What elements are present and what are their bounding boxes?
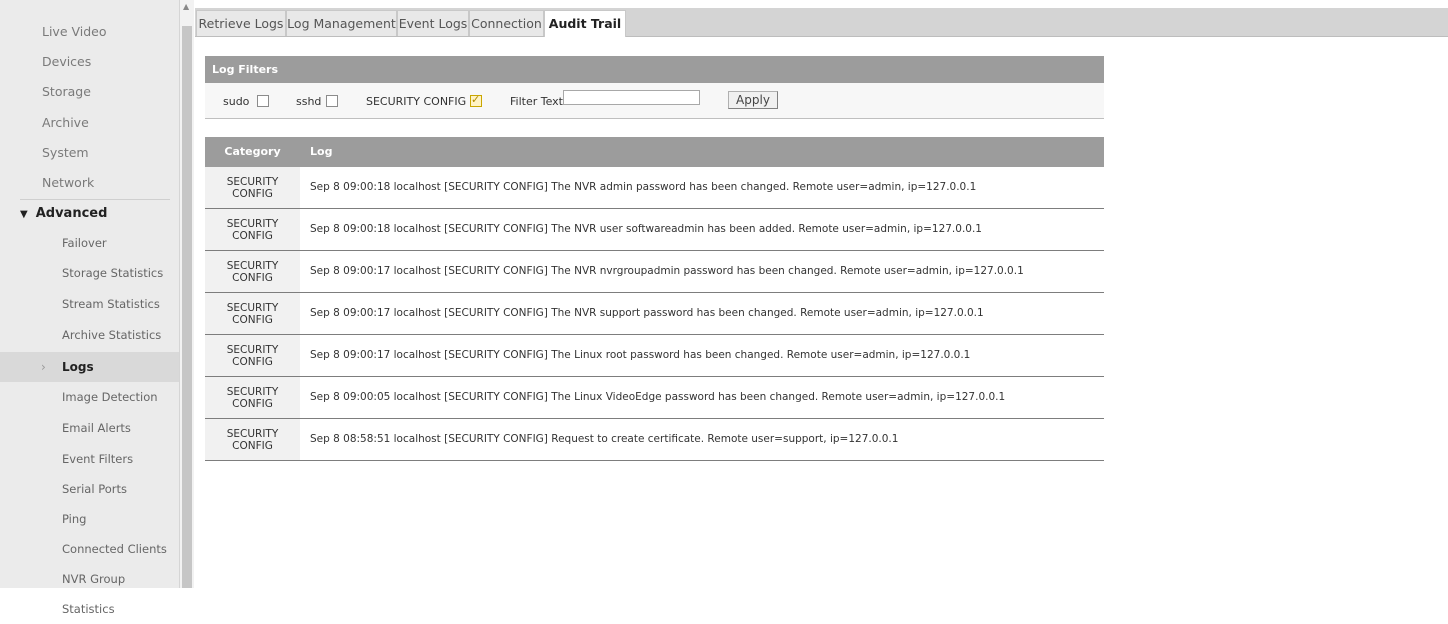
tab-audit-trail[interactable]: Audit Trail	[544, 10, 626, 37]
nav-section-advanced[interactable]: ▼ Advanced	[0, 201, 179, 227]
row-category: SECURITY CONFIG	[205, 209, 300, 250]
tab-bar: Retrieve Logs Log Management Event Logs …	[195, 8, 1448, 37]
chevron-right-icon: ›	[41, 360, 46, 374]
tab-retrieve-logs[interactable]: Retrieve Logs	[196, 10, 286, 36]
sidebar-item-failover[interactable]: Failover	[0, 228, 179, 258]
table-row: SECURITY CONFIG Sep 8 09:00:17 localhost…	[205, 335, 1104, 377]
row-log-message: Sep 8 09:00:17 localhost [SECURITY CONFI…	[310, 265, 1024, 277]
nav-item-archive[interactable]: Archive	[0, 108, 179, 138]
nav-divider	[20, 199, 170, 200]
sidebar-item-nvr-group-statistics[interactable]: NVR Group Statistics	[0, 564, 179, 616]
row-log-message: Sep 8 09:00:17 localhost [SECURITY CONFI…	[310, 349, 971, 361]
sidebar-item-label: Logs	[62, 360, 94, 374]
sidebar-item-email-alerts[interactable]: Email Alerts	[0, 413, 179, 443]
row-category: SECURITY CONFIG	[205, 335, 300, 376]
sidebar-item-event-filters[interactable]: Event Filters	[0, 444, 179, 474]
tab-event-logs[interactable]: Event Logs	[397, 10, 469, 36]
sidebar-scrollbar[interactable]: ▲	[180, 0, 194, 588]
row-log-message: Sep 8 09:00:17 localhost [SECURITY CONFI…	[310, 307, 984, 319]
sidebar-item-connected-clients[interactable]: Connected Clients	[0, 534, 179, 564]
row-log-message: Sep 8 09:00:05 localhost [SECURITY CONFI…	[310, 391, 1006, 403]
table-row: SECURITY CONFIG Sep 8 09:00:05 localhost…	[205, 377, 1104, 419]
security-config-label: SECURITY CONFIG	[366, 95, 467, 108]
log-filters-header: Log Filters	[205, 56, 1104, 83]
row-log-message: Sep 8 09:00:18 localhost [SECURITY CONFI…	[310, 181, 977, 193]
sshd-checkbox[interactable]	[326, 95, 338, 107]
nav-item-system[interactable]: System	[0, 138, 179, 168]
nav-item-devices[interactable]: Devices	[0, 47, 179, 77]
log-filters-panel: sudo sshd SECURITY CONFIG Filter Text Ap…	[205, 83, 1104, 119]
sshd-label: sshd	[296, 95, 322, 108]
scrollbar-thumb[interactable]	[182, 26, 192, 588]
row-category: SECURITY CONFIG	[205, 377, 300, 418]
filter-text-input[interactable]	[563, 90, 700, 105]
row-category: SECURITY CONFIG	[205, 293, 300, 334]
column-header-category[interactable]: Category	[205, 137, 300, 167]
sidebar-item-image-detection[interactable]: Image Detection	[0, 382, 179, 412]
nav-item-network[interactable]: Network	[0, 168, 179, 198]
tab-log-management[interactable]: Log Management	[286, 10, 397, 36]
sudo-checkbox[interactable]	[257, 95, 269, 107]
table-row: SECURITY CONFIG Sep 8 09:00:18 localhost…	[205, 167, 1104, 209]
row-log-message: Sep 8 09:00:18 localhost [SECURITY CONFI…	[310, 223, 982, 235]
tab-connection[interactable]: Connection	[469, 10, 544, 36]
row-category: SECURITY CONFIG	[205, 251, 300, 292]
table-row: SECURITY CONFIG Sep 8 09:00:17 localhost…	[205, 293, 1104, 335]
sidebar-item-storage-statistics[interactable]: Storage Statistics	[0, 258, 179, 288]
triangle-down-icon: ▼	[20, 209, 28, 220]
log-table-header: Category Log	[205, 137, 1104, 167]
row-log-message: Sep 8 08:58:51 localhost [SECURITY CONFI…	[310, 433, 899, 445]
apply-button[interactable]: Apply	[728, 91, 778, 109]
table-row: SECURITY CONFIG Sep 8 08:58:51 localhost…	[205, 419, 1104, 461]
sidebar-item-ping[interactable]: Ping	[0, 504, 179, 534]
column-header-log[interactable]: Log	[310, 137, 332, 167]
sidebar-item-logs[interactable]: › Logs	[0, 352, 179, 382]
sidebar-item-archive-statistics[interactable]: Archive Statistics	[0, 320, 179, 350]
sudo-label: sudo	[223, 95, 250, 108]
table-row: SECURITY CONFIG Sep 8 09:00:17 localhost…	[205, 251, 1104, 293]
nav-section-label: Advanced	[35, 206, 108, 221]
row-category: SECURITY CONFIG	[205, 419, 300, 460]
sidebar-nav: Live Video Devices Storage Archive Syste…	[0, 0, 180, 616]
sidebar-item-stream-statistics[interactable]: Stream Statistics	[0, 289, 179, 319]
nav-item-storage[interactable]: Storage	[0, 77, 179, 107]
nav-item-live-video[interactable]: Live Video	[0, 17, 179, 47]
filter-text-label: Filter Text	[510, 95, 563, 108]
sidebar-item-serial-ports[interactable]: Serial Ports	[0, 474, 179, 504]
row-category: SECURITY CONFIG	[205, 167, 300, 208]
scroll-up-arrow-icon[interactable]: ▲	[183, 2, 189, 11]
security-config-checkbox[interactable]	[470, 93, 482, 107]
table-row: SECURITY CONFIG Sep 8 09:00:18 localhost…	[205, 209, 1104, 251]
